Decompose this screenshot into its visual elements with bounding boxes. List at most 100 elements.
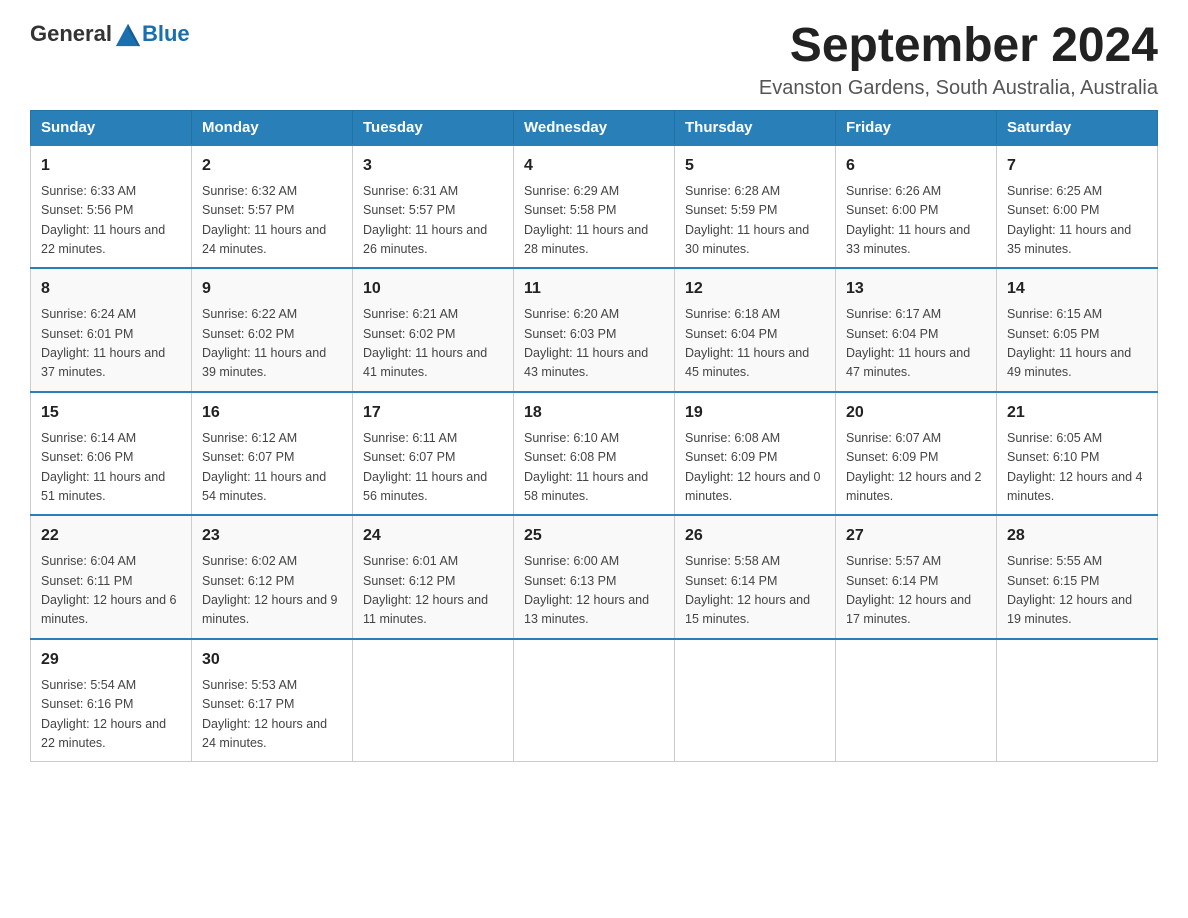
day-info: Sunrise: 6:10 AMSunset: 6:08 PMDaylight:…: [524, 429, 664, 507]
day-info: Sunrise: 6:22 AMSunset: 6:02 PMDaylight:…: [202, 305, 342, 383]
day-info: Sunrise: 6:24 AMSunset: 6:01 PMDaylight:…: [41, 305, 181, 383]
logo-text-blue: Blue: [142, 21, 190, 47]
col-saturday: Saturday: [997, 110, 1158, 145]
calendar-cell: 12Sunrise: 6:18 AMSunset: 6:04 PMDayligh…: [675, 268, 836, 392]
calendar-cell: 4Sunrise: 6:29 AMSunset: 5:58 PMDaylight…: [514, 145, 675, 269]
day-number: 10: [363, 277, 503, 301]
day-number: 13: [846, 277, 986, 301]
location-title: Evanston Gardens, South Australia, Austr…: [759, 77, 1158, 100]
day-info: Sunrise: 6:33 AMSunset: 5:56 PMDaylight:…: [41, 182, 181, 260]
calendar-cell: 2Sunrise: 6:32 AMSunset: 5:57 PMDaylight…: [192, 145, 353, 269]
day-info: Sunrise: 6:18 AMSunset: 6:04 PMDaylight:…: [685, 305, 825, 383]
day-info: Sunrise: 5:53 AMSunset: 6:17 PMDaylight:…: [202, 676, 342, 754]
day-info: Sunrise: 5:55 AMSunset: 6:15 PMDaylight:…: [1007, 552, 1147, 630]
day-info: Sunrise: 6:05 AMSunset: 6:10 PMDaylight:…: [1007, 429, 1147, 507]
day-number: 23: [202, 524, 342, 548]
calendar-cell: 7Sunrise: 6:25 AMSunset: 6:00 PMDaylight…: [997, 145, 1158, 269]
calendar-cell: 10 Sunrise: 6:21 AMSunset: 6:02 PMDayligh…: [353, 268, 514, 392]
calendar-cell: 23 Sunrise: 6:02 AMSunset: 6:12 PMDayligh…: [192, 515, 353, 639]
day-number: 5: [685, 154, 825, 178]
day-info: Sunrise: 6:11 AMSunset: 6:07 PMDaylight:…: [363, 429, 503, 507]
logo-icon: [114, 20, 142, 48]
day-info: Sunrise: 6:02 AMSunset: 6:12 PMDaylight:…: [202, 552, 342, 630]
calendar-cell: 9Sunrise: 6:22 AMSunset: 6:02 PMDaylight…: [192, 268, 353, 392]
day-number: 7: [1007, 154, 1147, 178]
day-number: 26: [685, 524, 825, 548]
day-number: 27: [846, 524, 986, 548]
calendar-cell: 26 Sunrise: 5:58 AMSunset: 6:14 PMDayligh…: [675, 515, 836, 639]
col-friday: Friday: [836, 110, 997, 145]
day-number: 20: [846, 401, 986, 425]
calendar-cell: 25Sunrise: 6:00 AMSunset: 6:13 PMDayligh…: [514, 515, 675, 639]
calendar-cell: 17Sunrise: 6:11 AMSunset: 6:07 PMDayligh…: [353, 392, 514, 516]
day-number: 3: [363, 154, 503, 178]
col-sunday: Sunday: [31, 110, 192, 145]
day-number: 8: [41, 277, 181, 301]
calendar-cell: 28 Sunrise: 5:55 AMSunset: 6:15 PMDayligh…: [997, 515, 1158, 639]
day-info: Sunrise: 6:17 AMSunset: 6:04 PMDaylight:…: [846, 305, 986, 383]
col-monday: Monday: [192, 110, 353, 145]
day-info: Sunrise: 5:58 AMSunset: 6:14 PMDaylight:…: [685, 552, 825, 630]
day-number: 19: [685, 401, 825, 425]
day-number: 11: [524, 277, 664, 301]
day-number: 24: [363, 524, 503, 548]
day-number: 30: [202, 648, 342, 672]
day-number: 28: [1007, 524, 1147, 548]
calendar-cell: 22 Sunrise: 6:04 AMSunset: 6:11 PMDayligh…: [31, 515, 192, 639]
calendar-cell: 14 Sunrise: 6:15 AMSunset: 6:05 PMDayligh…: [997, 268, 1158, 392]
day-info: Sunrise: 6:31 AMSunset: 5:57 PMDaylight:…: [363, 182, 503, 260]
calendar-cell: 1Sunrise: 6:33 AMSunset: 5:56 PMDaylight…: [31, 145, 192, 269]
calendar-cell: 11 Sunrise: 6:20 AMSunset: 6:03 PMDayligh…: [514, 268, 675, 392]
day-info: Sunrise: 6:28 AMSunset: 5:59 PMDaylight:…: [685, 182, 825, 260]
day-info: Sunrise: 6:04 AMSunset: 6:11 PMDaylight:…: [41, 552, 181, 630]
day-info: Sunrise: 6:12 AMSunset: 6:07 PMDaylight:…: [202, 429, 342, 507]
col-thursday: Thursday: [675, 110, 836, 145]
day-number: 29: [41, 648, 181, 672]
calendar-cell: 3 Sunrise: 6:31 AMSunset: 5:57 PMDaylight…: [353, 145, 514, 269]
calendar-cell: 6 Sunrise: 6:26 AMSunset: 6:00 PMDaylight…: [836, 145, 997, 269]
logo: General Blue: [30, 20, 190, 48]
col-tuesday: Tuesday: [353, 110, 514, 145]
day-info: Sunrise: 6:14 AMSunset: 6:06 PMDaylight:…: [41, 429, 181, 507]
calendar-week-row: 15Sunrise: 6:14 AMSunset: 6:06 PMDayligh…: [31, 392, 1158, 516]
calendar-cell: 13 Sunrise: 6:17 AMSunset: 6:04 PMDayligh…: [836, 268, 997, 392]
calendar-cell: [997, 639, 1158, 762]
calendar-week-row: 8 Sunrise: 6:24 AMSunset: 6:01 PMDaylight…: [31, 268, 1158, 392]
calendar-cell: 30 Sunrise: 5:53 AMSunset: 6:17 PMDayligh…: [192, 639, 353, 762]
day-info: Sunrise: 6:07 AMSunset: 6:09 PMDaylight:…: [846, 429, 986, 507]
logo-text-general: General: [30, 21, 112, 47]
day-info: Sunrise: 6:21 AMSunset: 6:02 PMDaylight:…: [363, 305, 503, 383]
calendar-week-row: 29 Sunrise: 5:54 AMSunset: 6:16 PMDayligh…: [31, 639, 1158, 762]
calendar-week-row: 1Sunrise: 6:33 AMSunset: 5:56 PMDaylight…: [31, 145, 1158, 269]
day-number: 22: [41, 524, 181, 548]
day-info: Sunrise: 6:01 AMSunset: 6:12 PMDaylight:…: [363, 552, 503, 630]
calendar-cell: [514, 639, 675, 762]
day-info: Sunrise: 6:26 AMSunset: 6:00 PMDaylight:…: [846, 182, 986, 260]
calendar-table: Sunday Monday Tuesday Wednesday Thursday…: [30, 110, 1158, 763]
day-info: Sunrise: 6:32 AMSunset: 5:57 PMDaylight:…: [202, 182, 342, 260]
day-number: 14: [1007, 277, 1147, 301]
day-number: 18: [524, 401, 664, 425]
calendar-cell: 20 Sunrise: 6:07 AMSunset: 6:09 PMDayligh…: [836, 392, 997, 516]
col-wednesday: Wednesday: [514, 110, 675, 145]
calendar-cell: 21 Sunrise: 6:05 AMSunset: 6:10 PMDayligh…: [997, 392, 1158, 516]
month-title: September 2024: [759, 20, 1158, 73]
calendar-cell: [675, 639, 836, 762]
calendar-cell: 15Sunrise: 6:14 AMSunset: 6:06 PMDayligh…: [31, 392, 192, 516]
day-info: Sunrise: 6:20 AMSunset: 6:03 PMDaylight:…: [524, 305, 664, 383]
day-info: Sunrise: 6:00 AMSunset: 6:13 PMDaylight:…: [524, 552, 664, 630]
calendar-cell: [353, 639, 514, 762]
page-header: General Blue September 2024 Evanston Gar…: [30, 20, 1158, 100]
day-number: 6: [846, 154, 986, 178]
day-info: Sunrise: 5:54 AMSunset: 6:16 PMDaylight:…: [41, 676, 181, 754]
day-info: Sunrise: 5:57 AMSunset: 6:14 PMDaylight:…: [846, 552, 986, 630]
calendar-cell: 24 Sunrise: 6:01 AMSunset: 6:12 PMDayligh…: [353, 515, 514, 639]
calendar-cell: 27 Sunrise: 5:57 AMSunset: 6:14 PMDayligh…: [836, 515, 997, 639]
calendar-cell: 16 Sunrise: 6:12 AMSunset: 6:07 PMDayligh…: [192, 392, 353, 516]
day-info: Sunrise: 6:15 AMSunset: 6:05 PMDaylight:…: [1007, 305, 1147, 383]
calendar-cell: 19Sunrise: 6:08 AMSunset: 6:09 PMDayligh…: [675, 392, 836, 516]
day-number: 21: [1007, 401, 1147, 425]
day-info: Sunrise: 6:29 AMSunset: 5:58 PMDaylight:…: [524, 182, 664, 260]
calendar-header-row: Sunday Monday Tuesday Wednesday Thursday…: [31, 110, 1158, 145]
day-number: 16: [202, 401, 342, 425]
